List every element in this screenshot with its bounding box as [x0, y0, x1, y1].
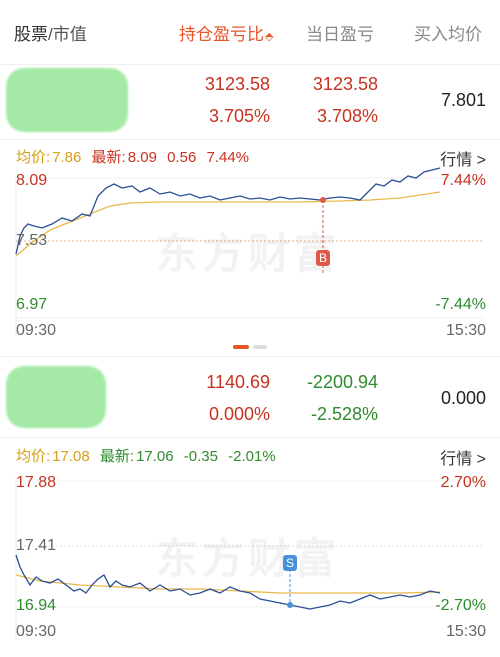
time-end: 15:30: [445, 322, 486, 339]
buy-marker-icon[interactable]: B: [316, 250, 330, 266]
price-change: 0.56: [167, 149, 197, 166]
column-day-pnl[interactable]: 当日盈亏: [306, 20, 374, 45]
redacted-stock-name: [6, 366, 106, 428]
pct-axis-bottom: -2.70%: [435, 597, 486, 614]
last-price-label: 最新:: [99, 448, 135, 465]
divider: [0, 139, 500, 140]
day-pnl-pct: 3.708%: [316, 106, 378, 126]
holding-row-1[interactable]: 3123.58 3.705% 3123.58 3.708% 7.801: [0, 64, 500, 140]
avg-price-label: 均价:: [16, 149, 51, 166]
buy-avg-price: 7.801: [440, 90, 486, 110]
time-start: 09:30: [16, 322, 57, 339]
watermark-logo: 东方财富: [156, 535, 341, 582]
holding-row-2[interactable]: 1140.69 0.000% -2200.94 -2.528% 0.000: [0, 360, 500, 438]
last-price-label: 最新:: [91, 149, 126, 166]
page-indicator: [233, 345, 267, 349]
time-end: 15:30: [445, 623, 486, 640]
avg-price-value: 17.08: [52, 448, 90, 465]
y-axis-mid: 17.41: [16, 537, 57, 554]
y-axis-mid: 7.53: [16, 232, 48, 249]
y-axis-bottom: 6.97: [16, 296, 48, 313]
price-change-pct: 7.44%: [206, 149, 250, 166]
buy-point: [320, 197, 326, 203]
y-axis-bottom: 16.94: [16, 597, 57, 614]
quote-link[interactable]: 行情 >: [440, 445, 486, 469]
last-price-value: 17.06: [136, 448, 174, 465]
price-change-pct: -2.01%: [228, 448, 276, 465]
column-stock-label: 股票: [14, 25, 48, 44]
avg-price-label: 均价:: [16, 448, 51, 465]
column-stock-market-value[interactable]: 股票/市值: [14, 20, 87, 45]
holdings-header: 股票/市值 持仓盈亏比⬘ 当日盈亏 买入均价: [0, 0, 500, 64]
hold-pnl-pct: 3.705%: [208, 106, 270, 126]
chart-info-bar: 均价: 7.86 最新: 8.09 0.56 7.44%: [16, 146, 255, 167]
pct-axis-top: 2.70%: [440, 474, 486, 491]
divider: [0, 437, 500, 438]
sell-point: [287, 602, 293, 608]
hold-pnl: 1140.69: [206, 372, 270, 392]
watermark-logo: 东方财富: [156, 230, 341, 277]
sell-marker-icon[interactable]: S: [283, 555, 297, 571]
intraday-chart-2[interactable]: 均价: 17.08 最新: 17.06 -0.35 -2.01% 行情 > 东方财富…: [0, 445, 500, 650]
last-price-value: 8.09: [127, 149, 157, 166]
avg-price-value: 7.86: [52, 149, 82, 166]
pct-axis-bottom: -7.44%: [435, 296, 486, 313]
intraday-chart-1[interactable]: 均价: 7.86 最新: 8.09 0.56 7.44% 行情 > 东方财富 B 8…: [0, 146, 500, 346]
chart-info-bar: 均价: 17.08 最新: 17.06 -0.35 -2.01%: [16, 445, 282, 466]
y-axis-top: 17.88: [16, 474, 57, 491]
time-start: 09:30: [16, 623, 57, 640]
y-axis-top: 8.09: [16, 172, 48, 189]
column-market-value-label: 市值: [52, 25, 87, 44]
buy-avg-price: 0.000: [440, 388, 486, 408]
hold-pnl-pct: 0.000%: [208, 404, 270, 424]
hold-pnl: 3123.58: [204, 74, 270, 94]
column-hold-pnl-label: 持仓盈亏比: [179, 25, 264, 44]
redacted-stock-name: [6, 68, 128, 132]
pct-axis-top: 7.44%: [440, 172, 486, 189]
price-change: -0.35: [183, 448, 218, 465]
day-pnl: -2200.94: [306, 372, 378, 392]
divider: [0, 356, 500, 357]
column-buy-avg-price[interactable]: 买入均价: [414, 20, 482, 45]
column-hold-pnl-ratio[interactable]: 持仓盈亏比⬘: [179, 20, 273, 45]
day-pnl-pct: -2.528%: [310, 404, 378, 424]
sort-icon: ⬘: [265, 31, 274, 43]
day-pnl: 3123.58: [312, 74, 378, 94]
